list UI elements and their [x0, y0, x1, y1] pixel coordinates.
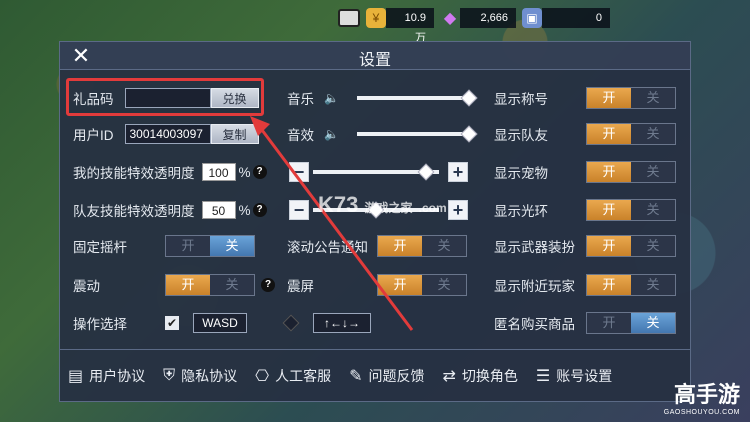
watermark-sub: 游戏之家	[364, 201, 413, 215]
watermark-domain: .com	[418, 201, 447, 215]
watermark: K73 游戏之家 .com	[318, 192, 447, 218]
watermark-logo: K73	[318, 192, 359, 217]
brand-url: GAOSHOUYOU.COM	[663, 409, 740, 416]
brand-name: 高手游	[673, 382, 740, 407]
brand-logo: 高手游 GAOSHOUYOU.COM	[664, 377, 740, 416]
